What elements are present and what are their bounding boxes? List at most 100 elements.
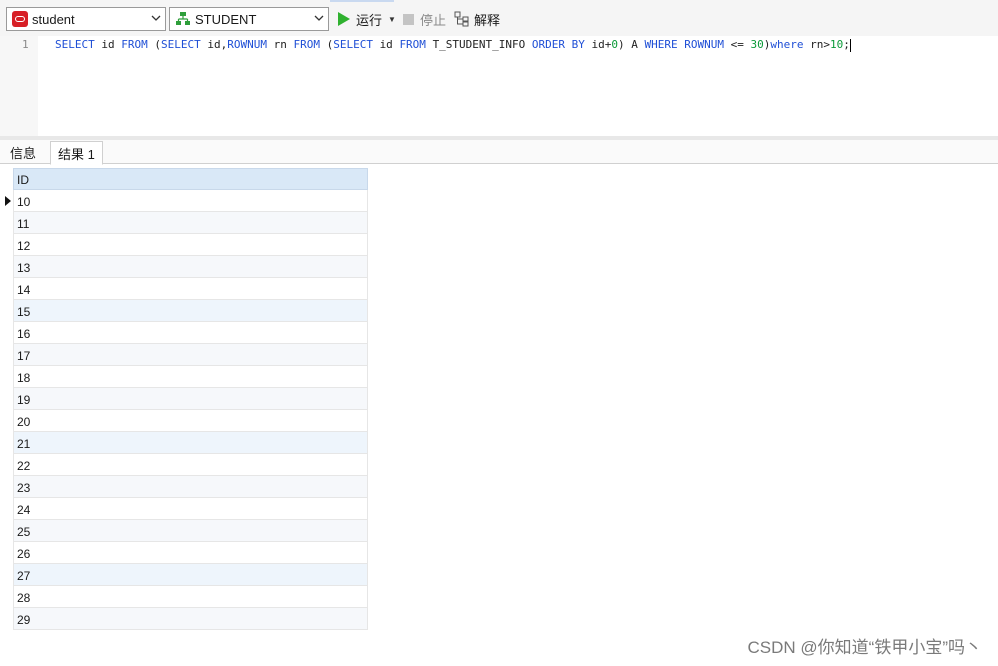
sql-token: id+ bbox=[591, 38, 612, 51]
sql-token: T_STUDENT_INFO bbox=[432, 38, 532, 51]
sql-editor[interactable]: 1 SELECT id FROM (SELECT id,ROWNUM rn FR… bbox=[0, 36, 998, 136]
table-row[interactable]: 11 bbox=[4, 212, 368, 234]
row-selector[interactable] bbox=[4, 432, 13, 454]
sql-token: 30 bbox=[750, 38, 764, 51]
table-row[interactable]: 21 bbox=[4, 432, 368, 454]
run-label: 运行 bbox=[356, 12, 383, 28]
row-selector[interactable] bbox=[4, 410, 13, 432]
table-cell-id[interactable]: 15 bbox=[13, 300, 368, 322]
column-header-id[interactable]: ID bbox=[13, 168, 368, 190]
sql-token: FROM bbox=[399, 38, 433, 51]
table-row[interactable]: 26 bbox=[4, 542, 368, 564]
result-tabs: 信息 结果 1 bbox=[0, 140, 998, 165]
table-row[interactable]: 29 bbox=[4, 608, 368, 630]
table-row[interactable]: 18 bbox=[4, 366, 368, 388]
row-selector[interactable] bbox=[4, 586, 13, 608]
table-cell-id[interactable]: 12 bbox=[13, 234, 368, 256]
schema-icon bbox=[176, 12, 190, 25]
table-row[interactable]: 13 bbox=[4, 256, 368, 278]
row-selector[interactable] bbox=[4, 520, 13, 542]
table-row[interactable]: 24 bbox=[4, 498, 368, 520]
current-row-pointer-icon bbox=[5, 196, 11, 206]
chevron-down-icon bbox=[314, 15, 324, 21]
explain-button[interactable]: 解释 bbox=[454, 9, 500, 29]
row-selector[interactable] bbox=[4, 190, 13, 212]
table-cell-id[interactable]: 26 bbox=[13, 542, 368, 564]
row-selector[interactable] bbox=[4, 278, 13, 300]
caret-down-icon[interactable]: ▼ bbox=[388, 15, 396, 24]
active-tab-indicator bbox=[330, 0, 394, 2]
row-selector[interactable] bbox=[4, 388, 13, 410]
row-selector[interactable] bbox=[4, 454, 13, 476]
connection-select[interactable]: student bbox=[6, 7, 166, 31]
play-icon bbox=[338, 12, 350, 26]
table-row[interactable]: 10 bbox=[4, 190, 368, 212]
table-cell-id[interactable]: 22 bbox=[13, 454, 368, 476]
tab-info[interactable]: 信息 bbox=[3, 141, 43, 164]
table-row[interactable]: 20 bbox=[4, 410, 368, 432]
table-cell-id[interactable]: 23 bbox=[13, 476, 368, 498]
row-selector[interactable] bbox=[4, 234, 13, 256]
sql-token: SELECT bbox=[333, 38, 380, 51]
table-cell-id[interactable]: 19 bbox=[13, 388, 368, 410]
schema-select[interactable]: STUDENT bbox=[169, 7, 329, 31]
sql-token: FROM bbox=[121, 38, 155, 51]
sql-token: id, bbox=[207, 38, 228, 51]
line-number-gutter: 1 bbox=[0, 36, 38, 136]
sql-token: FROM bbox=[293, 38, 327, 51]
table-row[interactable]: 25 bbox=[4, 520, 368, 542]
explain-label: 解释 bbox=[474, 12, 501, 28]
row-selector[interactable] bbox=[4, 608, 13, 630]
table-row[interactable]: 28 bbox=[4, 586, 368, 608]
stop-button[interactable]: 停止 bbox=[403, 9, 446, 29]
stop-label: 停止 bbox=[420, 12, 447, 28]
sql-code-line[interactable]: SELECT id FROM (SELECT id,ROWNUM rn FROM… bbox=[55, 37, 851, 53]
text-cursor bbox=[849, 38, 851, 52]
table-cell-id[interactable]: 21 bbox=[13, 432, 368, 454]
sql-token: ) A bbox=[618, 38, 645, 51]
table-cell-id[interactable]: 29 bbox=[13, 608, 368, 630]
table-cell-id[interactable]: 11 bbox=[13, 212, 368, 234]
row-selector[interactable] bbox=[4, 344, 13, 366]
row-selector[interactable] bbox=[4, 366, 13, 388]
sql-token: <= bbox=[730, 38, 751, 51]
table-row[interactable]: 14 bbox=[4, 278, 368, 300]
run-button[interactable]: 运行 ▼ bbox=[338, 9, 396, 29]
table-row[interactable]: 19 bbox=[4, 388, 368, 410]
table-cell-id[interactable]: 13 bbox=[13, 256, 368, 278]
row-selector[interactable] bbox=[4, 256, 13, 278]
table-cell-id[interactable]: 27 bbox=[13, 564, 368, 586]
sql-token: ROWNUM bbox=[684, 38, 731, 51]
toolbar: student STUDENT 运行 ▼ 停止 解释 bbox=[0, 0, 998, 36]
chevron-down-icon bbox=[151, 15, 161, 21]
table-cell-id[interactable]: 28 bbox=[13, 586, 368, 608]
table-row[interactable]: 15 bbox=[4, 300, 368, 322]
table-cell-id[interactable]: 16 bbox=[13, 322, 368, 344]
row-selector[interactable] bbox=[4, 476, 13, 498]
table-cell-id[interactable]: 17 bbox=[13, 344, 368, 366]
row-selector[interactable] bbox=[4, 542, 13, 564]
table-row[interactable]: 17 bbox=[4, 344, 368, 366]
sql-token: id bbox=[379, 38, 400, 51]
row-selector[interactable] bbox=[4, 322, 13, 344]
table-cell-id[interactable]: 20 bbox=[13, 410, 368, 432]
tab-result-1[interactable]: 结果 1 bbox=[50, 141, 103, 165]
row-selector[interactable] bbox=[4, 498, 13, 520]
table-cell-id[interactable]: 25 bbox=[13, 520, 368, 542]
table-cell-id[interactable]: 10 bbox=[13, 190, 368, 212]
table-cell-id[interactable]: 24 bbox=[13, 498, 368, 520]
grid-header: ID bbox=[4, 168, 368, 190]
table-row[interactable]: 12 bbox=[4, 234, 368, 256]
row-selector[interactable] bbox=[4, 300, 13, 322]
table-row[interactable]: 16 bbox=[4, 322, 368, 344]
table-cell-id[interactable]: 14 bbox=[13, 278, 368, 300]
result-grid[interactable]: ID 10 11 12 13 14 15 16 17 18 19 20 21 22 23 24 25 26 27 2… bbox=[4, 168, 368, 630]
table-row[interactable]: 23 bbox=[4, 476, 368, 498]
table-row[interactable]: 22 bbox=[4, 454, 368, 476]
sql-token: SELECT bbox=[55, 38, 102, 51]
oracle-icon bbox=[12, 11, 28, 27]
table-cell-id[interactable]: 18 bbox=[13, 366, 368, 388]
table-row[interactable]: 27 bbox=[4, 564, 368, 586]
row-selector[interactable] bbox=[4, 564, 13, 586]
row-selector[interactable] bbox=[4, 212, 13, 234]
